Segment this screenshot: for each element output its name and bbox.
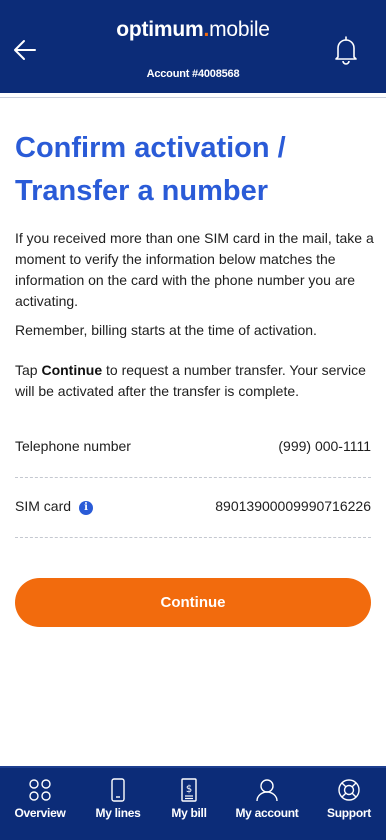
lifebuoy-icon <box>338 779 360 801</box>
tab-label: Support <box>327 806 371 820</box>
svg-text:$: $ <box>186 784 192 795</box>
sim-value: 89013900009990716226 <box>215 498 371 514</box>
bell-icon <box>335 36 357 65</box>
page-title: Confirm activation / Transfer a number <box>15 127 375 213</box>
info-icon[interactable]: i <box>79 501 94 515</box>
notifications-button[interactable] <box>332 35 360 65</box>
user-icon <box>256 779 278 802</box>
transfer-note: Tap Continue to request a number transfe… <box>15 360 377 402</box>
bill-icon: $ <box>181 778 197 802</box>
page-title-line1: Confirm activation / <box>15 132 286 164</box>
tab-support[interactable]: Support <box>312 768 386 840</box>
logo-secondary: mobile <box>209 18 270 41</box>
phone-icon <box>111 778 125 802</box>
transfer-note-bold: Continue <box>41 362 103 378</box>
account-number: Account #4008568 <box>146 68 240 80</box>
sim-label: SIM card <box>15 498 72 514</box>
tab-my-lines[interactable]: My lines <box>80 768 156 840</box>
telephone-row: Telephone number (999) 000-1111 <box>15 438 371 462</box>
tab-label: My account <box>235 806 299 820</box>
transfer-note-prefix: Tap <box>15 362 42 378</box>
overview-icon <box>29 779 51 801</box>
verify-instructions: If you received more than one SIM card i… <box>15 230 374 309</box>
tab-label: My bill <box>171 806 207 820</box>
row-divider <box>15 477 371 478</box>
optimum-mobile-logo: optimum.mobile <box>0 18 386 42</box>
row-divider <box>15 537 371 538</box>
tab-label: My lines <box>95 806 141 820</box>
tab-overview[interactable]: Overview <box>0 768 80 840</box>
page-title-line2: Transfer a number <box>15 175 269 207</box>
sim-row: SIM card i 89013900009990716226 <box>15 498 371 522</box>
bottom-tab-bar: Overview My lines $ My bill My account S… <box>0 766 386 840</box>
continue-button[interactable]: Continue <box>15 578 371 627</box>
telephone-label: Telephone number <box>15 438 131 454</box>
tab-label: Overview <box>14 806 66 820</box>
app-header: optimum.mobile Account #4008568 <box>0 0 386 93</box>
telephone-value: (999) 000-1111 <box>278 438 371 454</box>
tab-my-bill[interactable]: $ My bill <box>156 768 222 840</box>
header-divider <box>0 93 386 98</box>
tab-my-account[interactable]: My account <box>222 768 312 840</box>
logo-primary: optimum <box>116 18 204 41</box>
billing-note: Remember, billing starts at the time of … <box>15 322 317 338</box>
